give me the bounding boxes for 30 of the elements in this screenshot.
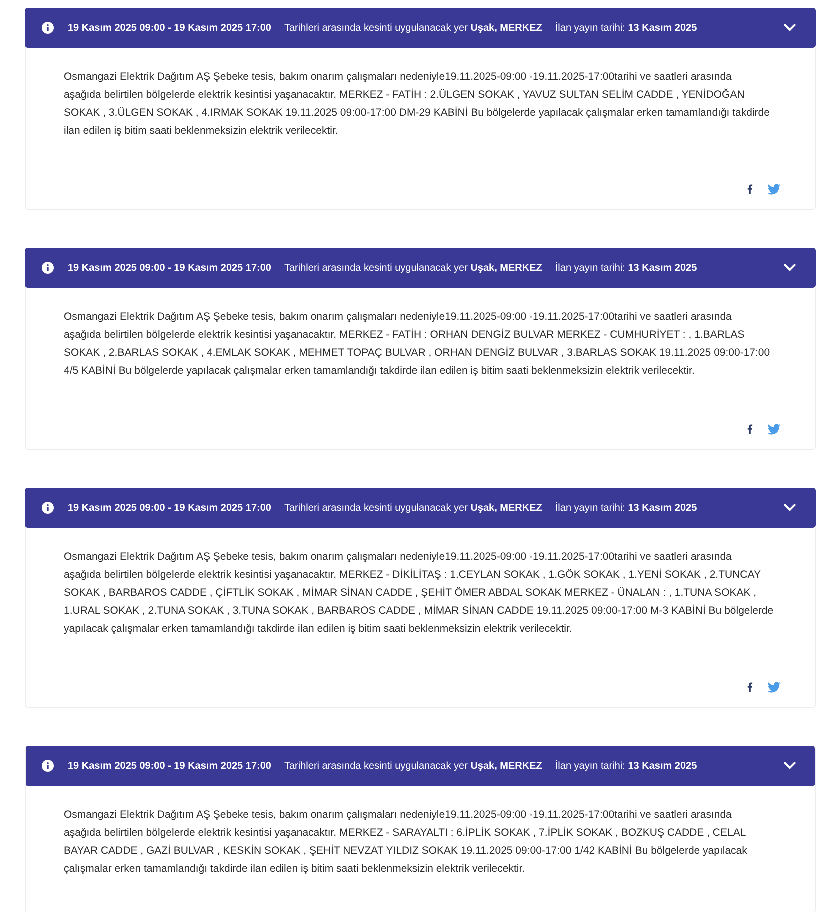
twitter-icon[interactable] (768, 424, 781, 435)
facebook-icon[interactable] (747, 682, 753, 693)
location-text: Tarihleri arasında kesinti uygulanacak yer Uşak, MERKEZ (284, 262, 542, 274)
notice-description: Osmangazi Elektrik Dağıtım AŞ Şebeke tesis, bakım onarım çalışmaları nedeniyle19.11.2025-09:00 -19.11.2025-17:00tarihi ve saatleri arasında aşağıda belirtilen bölgelerde elektrik kesintisi yaşanacaktır. MERKEZ - FATİH : 2.ÜLGEN SOKAK , YAVUZ SULTAN SELİM CADDE , YENİDOĞAN SOKAK , 3.ÜLGEN SOKAK , 4.IRMAK SOKAK 19.11.2025 09:00-17:00 DM-29 KABİNİ Bu bölgelerde yapılacak çalışmalar erken tamamlandığı takdirde ilan edilen iş bitim saati beklenmeksizin elektrik verilecektir. (64, 70, 771, 139)
notice-description: Osmangazi Elektrik Dağıtım AŞ Şebeke tesis, bakım onarım çalışmaları nedeniyle19.11.2025-09:00 -19.11.2025-17:00tarihi ve saatleri arasında aşağıda belirtilen bölgelerde elektrik kesintisi yaşanacaktır. MERKEZ - FATİH : ORHAN DENGİZ BULVAR MERKEZ - CUMHURİYET : , 1.BARLAS SOKAK , 2.BARLAS SOKAK , 4.EMLAK SOKAK , MEHMET TOPAÇ BULVAR , ORHAN DENGİZ BULVAR , 3.BARLAS SOKAK 19.11.2025 09:00-17:00 4/5 KABİNİ Bu bölgelerde yapılacak çalışmalar erken tamamlandığı takdirde ilan edilen iş bitim saati beklenmeksizin elektrik verilecektir. (64, 310, 772, 379)
info-icon (42, 502, 54, 514)
location-text: Tarihleri arasında kesinti uygulanacak yer Uşak, MERKEZ (284, 22, 542, 34)
publish-date: İlan yayın tarihi: 13 Kasım 2025 (555, 262, 698, 274)
chevron-icon[interactable] (784, 24, 796, 32)
facebook-icon[interactable] (747, 184, 753, 195)
info-icon (42, 22, 54, 34)
info-icon (42, 262, 54, 274)
publish-date: İlan yayın tarihi: 13 Kasım 2025 (555, 502, 698, 514)
publish-date: İlan yayın tarihi: 13 Kasım 2025 (555, 760, 698, 772)
location-text: Tarihleri arasında kesinti uygulanacak yer Uşak, MERKEZ (284, 760, 542, 772)
date-range: 19 Kasım 2025 09:00 - 19 Kasım 2025 17:00 (68, 760, 272, 772)
twitter-icon[interactable] (768, 682, 781, 693)
notice-description: Osmangazi Elektrik Dağıtım AŞ Şebeke tesis, bakım onarım çalışmaları nedeniyle19.11.2025-09:00 -19.11.2025-17:00tarihi ve saatleri arasında aşağıda belirtilen bölgelerde elektrik kesintisi yaşanacaktır. MERKEZ - DİKİLİTAŞ : 1.CEYLAN SOKAK , 1.GÖK SOKAK , 1.YENİ SOKAK , 2.TUNCAY SOKAK , BARBAROS CADDE , ÇİFTLİK SOKAK , MİMAR SİNAN CADDE , ŞEHİT ÖMER ABDAL SOKAK MERKEZ - ÜNALAN : , 1.TUNA SOKAK , 1.URAL SOKAK , 2.TUNA SOKAK , 3.TUNA SOKAK , BARBAROS CADDE , MİMAR SİNAN CADDE 19.11.2025 09:00-17:00 M-3 KABİNİ Bu bölgelerde yapılacak çalışmalar erken tamamlandığı takdirde ilan edilen iş bitim saati beklenmeksizin elektrik verilecektir. (64, 550, 775, 637)
location-text: Tarihleri arasında kesinti uygulanacak yer Uşak, MERKEZ (284, 502, 542, 514)
chevron-icon[interactable] (784, 762, 796, 770)
chevron-icon[interactable] (784, 264, 796, 272)
date-range: 19 Kasım 2025 09:00 - 19 Kasım 2025 17:00 (68, 262, 272, 274)
date-range: 19 Kasım 2025 09:00 - 19 Kasım 2025 17:00 (68, 502, 272, 514)
notice-description: Osmangazi Elektrik Dağıtım AŞ Şebeke tesis, bakım onarım çalışmaları nedeniyle19.11.2025-09:00 -19.11.2025-17:00tarihi ve saatleri arasında aşağıda belirtilen bölgelerde elektrik kesintisi yaşanacaktır. MERKEZ - SARAYALTI : 6.İPLİK SOKAK , 7.İPLİK SOKAK , BOZKUŞ CADDE , CELAL BAYAR CADDE , GAZİ BULVAR , KESKİN SOKAK , ŞEHİT NEVZAT YILDIZ SOKAK 19.11.2025 09:00-17:00 1/42 KABİNİ Bu bölgelerde yapılacak çalışmalar erken tamamlandığı takdirde ilan edilen iş bitim saati beklenmeksizin elektrik verilecektir. (64, 808, 748, 877)
info-icon (42, 760, 54, 772)
chevron-icon[interactable] (784, 504, 796, 512)
date-range: 19 Kasım 2025 09:00 - 19 Kasım 2025 17:00 (68, 22, 272, 34)
twitter-icon[interactable] (768, 184, 781, 195)
publish-date: İlan yayın tarihi: 13 Kasım 2025 (555, 22, 698, 34)
facebook-icon[interactable] (747, 424, 753, 435)
